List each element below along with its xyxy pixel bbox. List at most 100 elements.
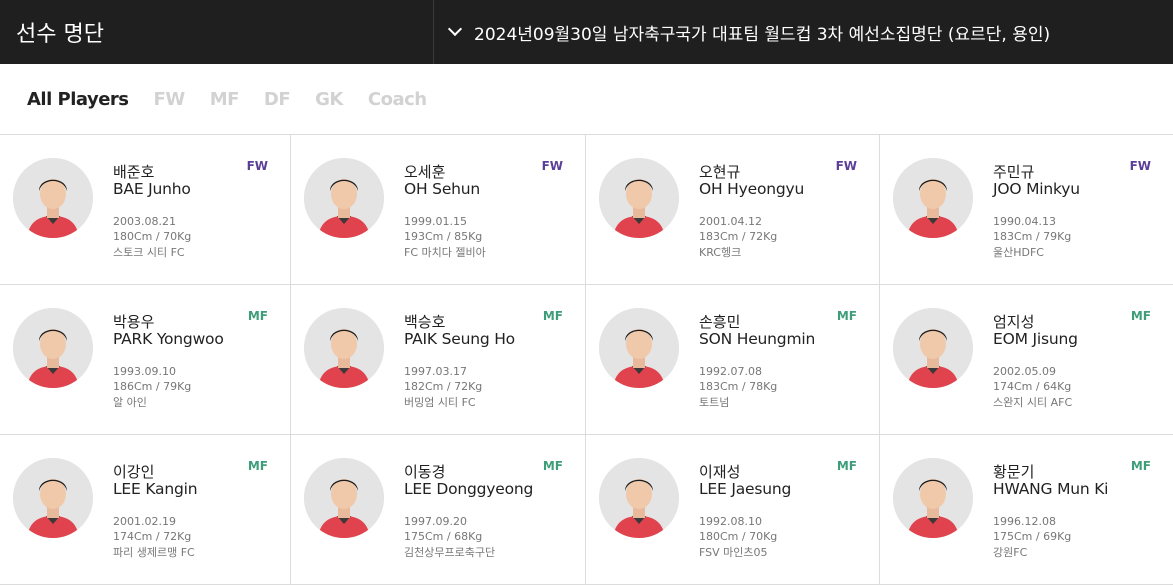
player-height-weight: 186Cm / 79Kg xyxy=(113,380,192,393)
player-position-badge: MF xyxy=(542,309,563,323)
player-photo xyxy=(13,458,93,538)
player-avatar-icon xyxy=(893,158,973,238)
player-avatar-icon xyxy=(13,308,93,388)
player-avatar-icon xyxy=(13,158,93,238)
tab-mf[interactable]: MF xyxy=(210,89,240,110)
player-grid: 배준호 BAE Junho FW 2003.08.21 180Cm / 70Kg… xyxy=(0,135,1173,585)
player-avatar-icon xyxy=(304,458,384,538)
player-name-korean: 손흥민 xyxy=(699,313,741,331)
player-position-badge: MF xyxy=(1130,459,1151,473)
player-avatar-icon xyxy=(304,308,384,388)
player-photo xyxy=(893,458,973,538)
player-club: FC 마치다 젤비아 xyxy=(404,246,486,259)
player-birthdate: 2002.05.09 xyxy=(993,365,1056,378)
player-name-english: JOO Minkyu xyxy=(993,180,1080,198)
player-birthdate: 1990.04.13 xyxy=(993,215,1056,228)
player-photo xyxy=(13,158,93,238)
player-height-weight: 183Cm / 78Kg xyxy=(699,380,778,393)
player-name-korean: 오세훈 xyxy=(404,163,446,181)
player-birthdate: 1997.09.20 xyxy=(404,515,467,528)
player-avatar-icon xyxy=(599,308,679,388)
player-avatar-icon xyxy=(304,158,384,238)
player-card[interactable]: 오세훈 OH Sehun FW 1999.01.15 193Cm / 85Kg … xyxy=(291,135,586,285)
player-name-english: BAE Junho xyxy=(113,180,191,198)
roster-select[interactable]: 2024년09월30일 남자축구국가 대표팀 월드컵 3차 예선소집명단 (요르… xyxy=(434,0,1173,64)
player-card[interactable]: 이동경 LEE Donggyeong MF 1997.09.20 175Cm /… xyxy=(291,435,586,585)
player-name-korean: 오현규 xyxy=(699,163,741,181)
player-name-english: PARK Yongwoo xyxy=(113,330,224,348)
player-height-weight: 180Cm / 70Kg xyxy=(699,530,778,543)
player-birthdate: 2001.02.19 xyxy=(113,515,176,528)
page-title: 선수 명단 xyxy=(0,0,434,64)
player-position-badge: FW xyxy=(246,159,268,173)
player-name-english: OH Hyeongyu xyxy=(699,180,805,198)
roster-select-value: 2024년09월30일 남자축구국가 대표팀 월드컵 3차 예선소집명단 (요르… xyxy=(474,24,1051,45)
player-club: 토트넘 xyxy=(699,396,730,409)
player-club: 강원FC xyxy=(993,546,1028,559)
player-name-english: LEE Donggyeong xyxy=(404,480,534,498)
player-card[interactable]: 주민규 JOO Minkyu FW 1990.04.13 183Cm / 79K… xyxy=(880,135,1173,285)
player-card[interactable]: 배준호 BAE Junho FW 2003.08.21 180Cm / 70Kg… xyxy=(0,135,291,285)
player-name-korean: 엄지성 xyxy=(993,313,1035,331)
player-height-weight: 175Cm / 68Kg xyxy=(404,530,483,543)
player-photo xyxy=(13,308,93,388)
player-height-weight: 182Cm / 72Kg xyxy=(404,380,483,393)
player-avatar-icon xyxy=(13,458,93,538)
player-card[interactable]: 오현규 OH Hyeongyu FW 2001.04.12 183Cm / 72… xyxy=(586,135,880,285)
player-birthdate: 1992.08.10 xyxy=(699,515,762,528)
player-birthdate: 2003.08.21 xyxy=(113,215,176,228)
player-name-english: PAIK Seung Ho xyxy=(404,330,515,348)
player-card[interactable]: 엄지성 EOM Jisung MF 2002.05.09 174Cm / 64K… xyxy=(880,285,1173,435)
tab-coach[interactable]: Coach xyxy=(368,89,427,110)
player-name-english: EOM Jisung xyxy=(993,330,1078,348)
player-name-korean: 이강인 xyxy=(113,463,155,481)
player-photo xyxy=(304,308,384,388)
player-club: KRC헹크 xyxy=(699,246,742,259)
player-name-korean: 황문기 xyxy=(993,463,1035,481)
player-card[interactable]: 박용우 PARK Yongwoo MF 1993.09.10 186Cm / 7… xyxy=(0,285,291,435)
player-name-korean: 백승호 xyxy=(404,313,446,331)
player-photo xyxy=(893,158,973,238)
player-name-english: OH Sehun xyxy=(404,180,481,198)
player-name-english: HWANG Mun Ki xyxy=(993,480,1109,498)
player-card[interactable]: 황문기 HWANG Mun Ki MF 1996.12.08 175Cm / 6… xyxy=(880,435,1173,585)
player-birthdate: 1996.12.08 xyxy=(993,515,1056,528)
player-position-badge: MF xyxy=(836,309,857,323)
player-club: 울산HDFC xyxy=(993,246,1044,259)
player-avatar-icon xyxy=(599,158,679,238)
tab-all-players[interactable]: All Players xyxy=(27,89,129,110)
player-height-weight: 183Cm / 79Kg xyxy=(993,230,1072,243)
player-height-weight: 174Cm / 64Kg xyxy=(993,380,1072,393)
tab-fw[interactable]: FW xyxy=(154,89,186,110)
player-height-weight: 193Cm / 85Kg xyxy=(404,230,483,243)
player-position-badge: MF xyxy=(836,459,857,473)
player-birthdate: 1992.07.08 xyxy=(699,365,762,378)
player-position-badge: FW xyxy=(541,159,563,173)
tab-gk[interactable]: GK xyxy=(315,89,343,110)
player-club: 버밍엄 시티 FC xyxy=(404,396,476,409)
player-name-english: LEE Jaesung xyxy=(699,480,792,498)
player-position-badge: FW xyxy=(1129,159,1151,173)
player-avatar-icon xyxy=(893,458,973,538)
position-tabs: All Players FW MF DF GK Coach xyxy=(0,64,1173,135)
player-position-badge: MF xyxy=(247,309,268,323)
player-name-korean: 박용우 xyxy=(113,313,155,331)
top-bar: 선수 명단 2024년09월30일 남자축구국가 대표팀 월드컵 3차 예선소집… xyxy=(0,0,1173,64)
player-birthdate: 1999.01.15 xyxy=(404,215,467,228)
player-avatar-icon xyxy=(599,458,679,538)
player-photo xyxy=(304,458,384,538)
player-card[interactable]: 손흥민 SON Heungmin MF 1992.07.08 183Cm / 7… xyxy=(586,285,880,435)
player-card[interactable]: 이재성 LEE Jaesung MF 1992.08.10 180Cm / 70… xyxy=(586,435,880,585)
player-club: 스토크 시티 FC xyxy=(113,246,185,259)
player-name-english: SON Heungmin xyxy=(699,330,816,348)
player-name-english: LEE Kangin xyxy=(113,480,198,498)
player-card[interactable]: 이강인 LEE Kangin MF 2001.02.19 174Cm / 72K… xyxy=(0,435,291,585)
player-card[interactable]: 백승호 PAIK Seung Ho MF 1997.03.17 182Cm / … xyxy=(291,285,586,435)
player-club: 스완지 시티 AFC xyxy=(993,396,1073,409)
chevron-down-icon xyxy=(447,21,463,37)
player-position-badge: MF xyxy=(1130,309,1151,323)
player-club: FSV 마인츠05 xyxy=(699,546,768,559)
tab-df[interactable]: DF xyxy=(264,89,291,110)
player-avatar-icon xyxy=(893,308,973,388)
player-position-badge: FW xyxy=(835,159,857,173)
